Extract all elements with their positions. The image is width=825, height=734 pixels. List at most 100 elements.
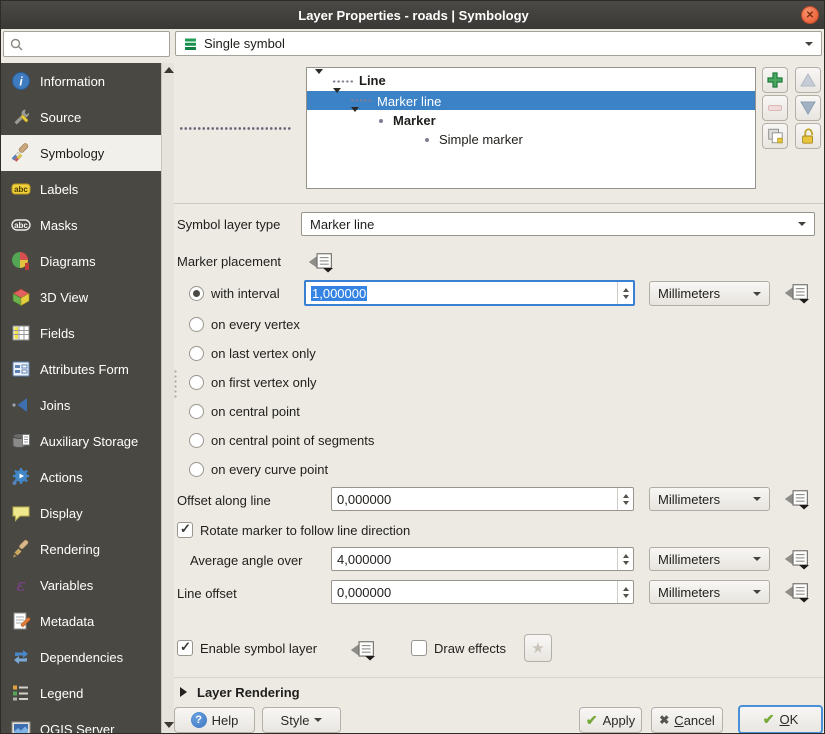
variables-icon: ε (11, 575, 31, 595)
sidebar-item-masks[interactable]: abc Masks (1, 207, 161, 243)
symbol-layer-type-select[interactable]: Marker line (301, 212, 815, 236)
on-every-vertex-radio[interactable] (189, 317, 204, 332)
interval-unit-select[interactable]: Millimeters (649, 281, 770, 306)
duplicate-icon (766, 127, 784, 145)
offset-along-line-unit-select[interactable]: Millimeters (649, 487, 770, 511)
sidebar-item-diagrams[interactable]: Diagrams (1, 243, 161, 279)
on-central-point-label: on central point (211, 404, 300, 419)
divider (174, 677, 825, 678)
ok-button[interactable]: ✔ OK (738, 705, 823, 734)
sidebar-item-auxiliary-storage[interactable]: Auxiliary Storage (1, 423, 161, 459)
sidebar-item-information[interactable]: i Information (1, 63, 161, 99)
sidebar-item-source[interactable]: Source (1, 99, 161, 135)
data-defined-override-icon[interactable] (783, 282, 813, 304)
rotate-marker-checkbox[interactable] (177, 522, 193, 538)
with-interval-radio[interactable] (189, 286, 204, 301)
sidebar-item-legend[interactable]: Legend (1, 675, 161, 711)
offset-along-line-unit-value: Millimeters (658, 492, 747, 507)
draw-effects-label: Draw effects (434, 641, 506, 656)
sidebar-item-symbology[interactable]: Symbology (1, 135, 161, 171)
display-icon (11, 503, 31, 523)
cancel-button[interactable]: ✖ Cancel (651, 707, 723, 733)
renderer-value: Single symbol (204, 36, 799, 51)
average-angle-spinbox[interactable]: 4,000000 (331, 547, 634, 571)
sidebar-item-label: 3D View (40, 290, 88, 305)
on-first-vertex-only-radio[interactable] (189, 375, 204, 390)
on-last-vertex-only-radio[interactable] (189, 346, 204, 361)
sidebar-item-actions[interactable]: Actions (1, 459, 161, 495)
tree-item-marker-line[interactable]: Marker line (307, 91, 755, 110)
sidebar-item-variables[interactable]: ε Variables (1, 567, 161, 603)
layer-rendering-header[interactable]: Layer Rendering (197, 685, 300, 700)
interval-value: 1,000000 (311, 286, 367, 301)
chevron-down-icon (753, 557, 761, 561)
sidebar-item-joins[interactable]: Joins (1, 387, 161, 423)
sidebar-item-dependencies[interactable]: Dependencies (1, 639, 161, 675)
search-input[interactable] (3, 31, 170, 57)
scroll-down-icon[interactable] (164, 722, 173, 731)
spinner-buttons[interactable] (617, 282, 633, 304)
remove-symbol-layer-button[interactable] (762, 95, 788, 121)
chevron-down-icon (753, 292, 761, 296)
sidebar-item-label: Source (40, 110, 81, 125)
tree-item-marker[interactable]: Marker (307, 110, 755, 129)
duplicate-symbol-layer-button[interactable] (762, 123, 788, 149)
draw-effects-checkbox[interactable] (411, 640, 427, 656)
renderer-select[interactable]: Single symbol (175, 31, 822, 56)
close-button[interactable]: ✕ (801, 6, 819, 24)
expand-icon[interactable] (333, 88, 341, 108)
line-offset-spinbox[interactable]: 0,000000 (331, 580, 634, 604)
on-every-curve-point-label: on every curve point (211, 462, 328, 477)
expand-icon[interactable] (315, 69, 323, 89)
line-offset-unit-select[interactable]: Millimeters (649, 580, 770, 604)
offset-along-line-spinbox[interactable]: 0,000000 (331, 487, 634, 511)
dependencies-icon (11, 647, 31, 667)
line-symbol-icon (332, 78, 354, 85)
collapse-arrow-icon[interactable] (180, 687, 187, 697)
metadata-icon (11, 611, 31, 631)
move-up-button[interactable] (795, 67, 821, 93)
data-defined-override-icon[interactable] (783, 548, 813, 570)
sidebar-item-label: Rendering (40, 542, 100, 557)
data-defined-override-icon[interactable] (783, 488, 813, 510)
symbology-icon (11, 143, 31, 163)
style-button[interactable]: Style (262, 707, 341, 733)
interval-spinbox[interactable]: 1,000000 (304, 280, 635, 306)
sidebar-item-metadata[interactable]: Metadata (1, 603, 161, 639)
customize-effects-button[interactable]: ★ (524, 634, 552, 662)
average-angle-unit-select[interactable]: Millimeters (649, 547, 770, 571)
title-bar[interactable]: Layer Properties - roads | Symbology ✕ (1, 1, 825, 29)
data-defined-override-icon[interactable] (349, 639, 379, 661)
data-defined-override-icon[interactable] (783, 581, 813, 603)
minus-icon (768, 105, 782, 111)
tree-item-simple-marker[interactable]: Simple marker (307, 129, 755, 148)
sidebar-item-labels[interactable]: abc Labels (1, 171, 161, 207)
sidebar-item-rendering[interactable]: Rendering (1, 531, 161, 567)
sidebar-item-3d-view[interactable]: 3D View (1, 279, 161, 315)
splitter-handle[interactable] (173, 369, 178, 399)
spinner-buttons[interactable] (617, 581, 633, 603)
sidebar-item-display[interactable]: Display (1, 495, 161, 531)
sidebar-item-qgis-server[interactable]: QGIS Server (1, 711, 161, 734)
tree-item-line[interactable]: Line (307, 72, 755, 91)
enable-symbol-layer-checkbox[interactable] (177, 640, 193, 656)
scroll-up-icon[interactable] (164, 67, 173, 76)
sidebar-item-attributes-form[interactable]: Attributes Form (1, 351, 161, 387)
move-down-button[interactable] (795, 95, 821, 121)
lock-symbol-layer-button[interactable] (795, 123, 821, 149)
on-every-curve-point-radio[interactable] (189, 462, 204, 477)
ok-button-label: OK (779, 712, 798, 727)
rotate-marker-label: Rotate marker to follow line direction (200, 523, 410, 538)
help-button[interactable]: ? Help (174, 707, 255, 733)
sidebar-item-fields[interactable]: Fields (1, 315, 161, 351)
expand-icon[interactable] (351, 107, 359, 127)
apply-button[interactable]: ✔ Apply (579, 707, 642, 733)
spinner-buttons[interactable] (617, 548, 633, 570)
spinner-buttons[interactable] (617, 488, 633, 510)
chevron-down-icon (314, 718, 322, 722)
on-central-point-radio[interactable] (189, 404, 204, 419)
data-defined-override-icon[interactable] (307, 251, 337, 273)
search-icon (10, 38, 23, 51)
add-symbol-layer-button[interactable] (762, 67, 788, 93)
on-central-point-of-segments-radio[interactable] (189, 433, 204, 448)
